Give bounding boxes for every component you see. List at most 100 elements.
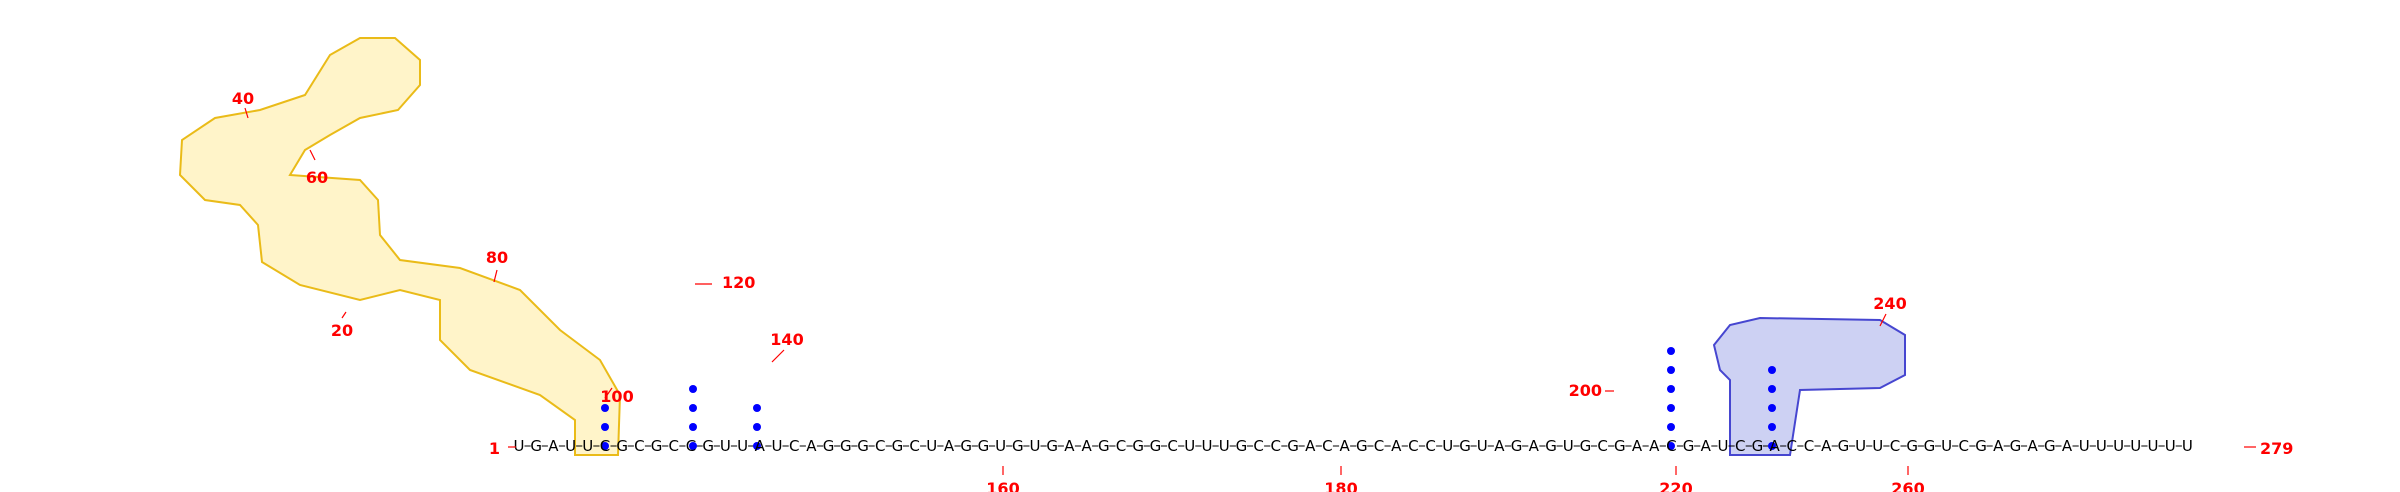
base-pair-dot — [1667, 385, 1675, 393]
nucleotide: A — [1339, 437, 1350, 455]
nucleotide: G — [1924, 437, 1936, 455]
nucleotide: G — [1511, 437, 1523, 455]
base-pair-dot — [689, 423, 697, 431]
nucleotide: U — [514, 437, 525, 455]
position-label-80: 80 — [486, 248, 508, 267]
nucleotide: U — [1477, 437, 1488, 455]
nucleotide: U — [926, 437, 937, 455]
nucleotide: G — [530, 437, 542, 455]
position-label-180: 180 — [1324, 479, 1357, 492]
position-label-240: 240 — [1873, 294, 1906, 313]
nucleotide: G — [702, 437, 714, 455]
nucleotide: U — [2130, 437, 2141, 455]
nucleotide: G — [1012, 437, 1024, 455]
nucleotide: G — [1545, 437, 1557, 455]
nucleotide: G — [651, 437, 663, 455]
nucleotide: U — [2113, 437, 2124, 455]
nucleotide: U — [995, 437, 1006, 455]
nucleotide: G — [1580, 437, 1592, 455]
nucleotide: A — [1529, 437, 1540, 455]
base-pair-dot — [1667, 423, 1675, 431]
nucleotide: G — [1975, 437, 1987, 455]
base-pair-dot — [689, 404, 697, 412]
nucleotide: U — [2148, 437, 2159, 455]
base-pair-dot — [1768, 423, 1776, 431]
nucleotide: A — [755, 437, 766, 455]
nucleotide: C — [1597, 437, 1607, 455]
nucleotide: C — [1167, 437, 1177, 455]
position-label-160: 160 — [986, 479, 1019, 492]
nucleotide: A — [1064, 437, 1075, 455]
position-labels: 120406080100120140160 180200220240260279 — [232, 89, 2294, 492]
nucleotide: U — [1184, 437, 1195, 455]
nucleotide: C — [600, 437, 610, 455]
nucleotide: G — [1906, 437, 1918, 455]
nucleotide: A — [1391, 437, 1402, 455]
nucleotide: G — [1356, 437, 1368, 455]
nucleotide: G — [1287, 437, 1299, 455]
base-pair-dot — [753, 404, 761, 412]
nucleotide: C — [909, 437, 919, 455]
nucleotide: C — [1425, 437, 1435, 455]
position-label-140: 140 — [770, 330, 803, 349]
base-pair-dot — [753, 423, 761, 431]
nucleotide: U — [1855, 437, 1866, 455]
nucleotide: G — [978, 437, 990, 455]
position-label-60: 60 — [306, 168, 328, 187]
base-pair-dot — [1667, 347, 1675, 355]
nucleotide: U — [1563, 437, 1574, 455]
base-pair-dot — [1667, 404, 1675, 412]
nucleotide: A — [2027, 437, 2038, 455]
position-label-1: 1 — [489, 439, 500, 458]
nucleotide: G — [1838, 437, 1850, 455]
nucleotide: C — [1271, 437, 1281, 455]
base-pair-dot — [1768, 404, 1776, 412]
nucleotide: G — [1459, 437, 1471, 455]
nucleotide: G — [1683, 437, 1695, 455]
nucleotide: A — [1081, 437, 1092, 455]
nucleotide: U — [737, 437, 748, 455]
nucleotide: A — [1821, 437, 1832, 455]
nucleotide: A — [548, 437, 559, 455]
nucleotide: G — [616, 437, 628, 455]
nucleotide: G — [2044, 437, 2056, 455]
nucleotide: G — [823, 437, 835, 455]
nucleotide: C — [634, 437, 644, 455]
nucleotide: A — [1993, 437, 2004, 455]
nucleotide: U — [720, 437, 731, 455]
rna-structure-diagram: UGAUUCGCGCCGUUAUCAGGGCGCUAGGUGUGAAGCGGCU… — [178, 37, 2294, 492]
nucleotide: A — [1305, 437, 1316, 455]
nucleotide: U — [2165, 437, 2176, 455]
nucleotide: A — [944, 437, 955, 455]
nucleotide: G — [892, 437, 904, 455]
highlight-regions — [178, 37, 1906, 456]
nucleotide: U — [1219, 437, 1230, 455]
nucleotide: C — [789, 437, 799, 455]
position-label-40: 40 — [232, 89, 254, 108]
position-label-260: 260 — [1891, 479, 1924, 492]
nucleotide: A — [2062, 437, 2073, 455]
nucleotide: G — [1614, 437, 1626, 455]
nucleotide: C — [1374, 437, 1384, 455]
nucleotide: U — [1442, 437, 1453, 455]
position-label-200: 200 — [1569, 381, 1602, 400]
nucleotide: C — [1253, 437, 1263, 455]
base-pair-dot — [1768, 366, 1776, 374]
nucleotide: U — [565, 437, 576, 455]
nucleotide: C — [686, 437, 696, 455]
nucleotide: G — [2010, 437, 2022, 455]
position-tick — [771, 349, 785, 363]
nucleotide: G — [1236, 437, 1248, 455]
position-label-120: 120 — [722, 273, 755, 292]
nucleotide: G — [1150, 437, 1162, 455]
position-tick — [309, 149, 316, 161]
position-label-220: 220 — [1659, 479, 1692, 492]
nucleotide: A — [1632, 437, 1643, 455]
nucleotide: G — [857, 437, 869, 455]
nucleotide: U — [2182, 437, 2193, 455]
nucleotide: C — [1959, 437, 1969, 455]
nucleotide: C — [1666, 437, 1676, 455]
highlight-region-blue — [1712, 316, 1906, 456]
nucleotide: C — [1735, 437, 1745, 455]
base-pair-dot — [1768, 385, 1776, 393]
